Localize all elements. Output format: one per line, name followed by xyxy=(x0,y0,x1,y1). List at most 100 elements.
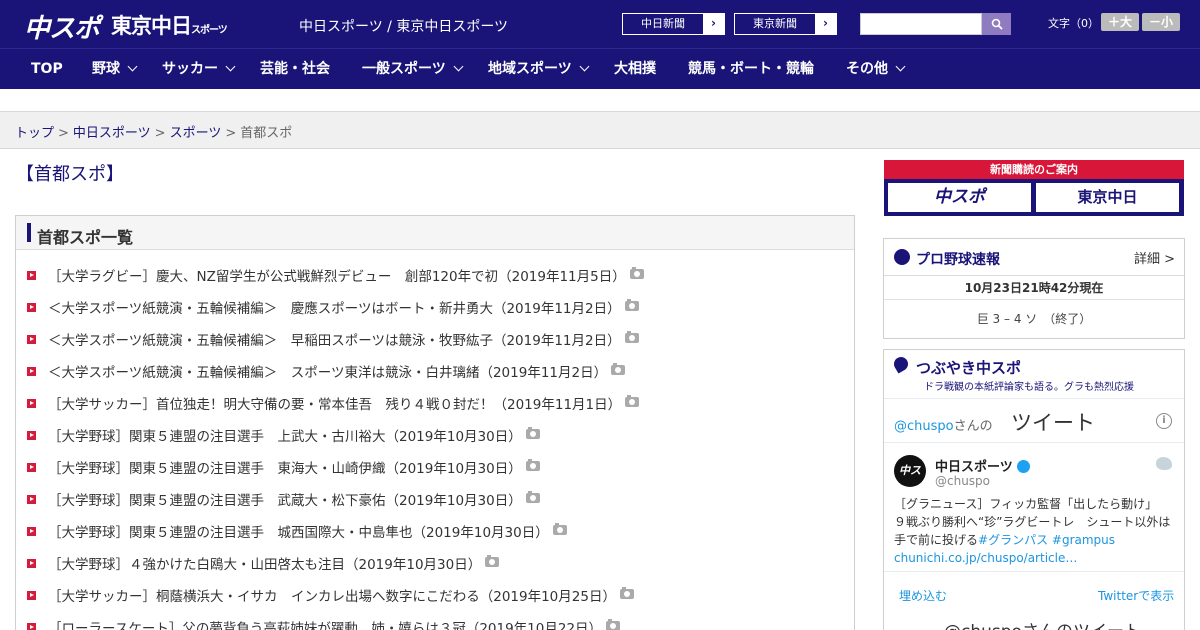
breadcrumb-sports[interactable]: スポーツ xyxy=(170,126,222,141)
chunichi-shimbun-label: 中日新聞 xyxy=(641,17,685,30)
search-input[interactable] xyxy=(860,13,982,35)
chevron-down-icon xyxy=(127,61,138,72)
list-item[interactable]: ［大学サッカー］桐蔭横浜大・イサカ インカレ出場へ数字にこだわる（2019年10… xyxy=(16,578,854,610)
nav-item-sumo[interactable]: 大相撲 xyxy=(614,49,656,90)
pro-baseball-details-link[interactable]: 詳細 > xyxy=(1134,248,1175,267)
bullet-arrow-icon xyxy=(27,591,36,600)
timeline-footer: 埋め込む Twitterで表示 xyxy=(884,571,1184,615)
nav-item-soccer[interactable]: サッカー xyxy=(162,49,236,90)
breadcrumb-current: 首都スポ xyxy=(240,126,293,141)
timeline-header: @chuspoさんの ツイート i xyxy=(884,399,1184,443)
list-item[interactable]: ［大学野球］関東５連盟の注目選手 上武大・古川裕大（2019年10月30日） xyxy=(16,418,854,450)
tweet-author-name: 中日スポーツ xyxy=(935,460,1013,475)
tokyo-logo-main: 東京中日 xyxy=(111,14,192,38)
bullet-arrow-icon xyxy=(27,527,36,536)
nav-item-general-sports[interactable]: 一般スポーツ xyxy=(362,49,464,90)
chevron-down-icon xyxy=(453,61,464,72)
camera-icon xyxy=(629,267,644,279)
nav-label: サッカー xyxy=(162,61,218,77)
nav-item-entertainment[interactable]: 芸能・社会 xyxy=(260,49,330,90)
article-link[interactable]: ［大学野球］関東５連盟の注目選手 上武大・古川裕大（2019年10月30日） xyxy=(48,429,522,445)
article-link[interactable]: ［大学野球］関東５連盟の注目選手 東海大・山崎伊織（2019年10月30日） xyxy=(48,461,522,477)
list-item[interactable]: ［大学野球］４強かけた白鴎大・山田啓太も注目（2019年10月30日） xyxy=(16,546,854,578)
subscribe-chuspo-button[interactable]: 中スポ xyxy=(888,183,1031,212)
list-item[interactable]: ［ローラースケート］父の夢背負う高萩姉妹が躍動 姉・嬉らは３冠（2019年10月… xyxy=(16,610,854,630)
chunichi-shimbun-button[interactable]: 中日新聞 › xyxy=(622,13,725,35)
camera-icon xyxy=(624,299,639,311)
chevron-right-icon: › xyxy=(703,14,724,34)
tweet-text: ［グラニュース］フィッカ監督「出したら動け」 ９戦ぶり勝利へ“珍”ラグビートレ … xyxy=(894,495,1176,567)
next-timeline-title: @chuspoさんのツイート xyxy=(944,617,1141,630)
list-item[interactable]: ［大学野球］関東５連盟の注目選手 東海大・山崎伊織（2019年10月30日） xyxy=(16,450,854,482)
site-links[interactable]: 中日スポーツ / 東京中日スポーツ xyxy=(299,16,508,36)
nav-item-baseball[interactable]: 野球 xyxy=(92,49,138,90)
hashtag-link[interactable]: #グランパス xyxy=(978,533,1048,547)
article-link[interactable]: ［ローラースケート］父の夢背負う高萩姉妹が躍動 姉・嬉らは３冠（2019年10月… xyxy=(48,621,602,630)
tokyo-shimbun-button[interactable]: 東京新聞 › xyxy=(734,13,837,35)
nav-label: 一般スポーツ xyxy=(362,61,446,77)
tokyo-chunichi-logo[interactable]: 東京中日スポーツ xyxy=(111,10,228,40)
list-item[interactable]: ＜大学スポーツ紙競演・五輪候補編＞ スポーツ東洋は競泳・白井璃緒（2019年11… xyxy=(16,354,854,386)
subscription-banner[interactable]: 新聞購読のご案内 中スポ 東京中日 xyxy=(884,160,1184,216)
chuspo-logo[interactable]: 中スポ xyxy=(24,8,100,45)
article-link[interactable]: ［大学ラグビー］慶大、NZ留学生が公式戦鮮烈デビュー 創部120年で初（2019… xyxy=(48,269,626,285)
list-item[interactable]: ［大学サッカー］首位独走！明大守備の要・常本佳吾 残り４戦０封だ！（2019年1… xyxy=(16,386,854,418)
camera-icon xyxy=(611,363,626,375)
embed-link[interactable]: 埋め込む xyxy=(899,587,947,604)
list-item[interactable]: ［大学野球］関東５連盟の注目選手 城西国際大・中島隼也（2019年10月30日） xyxy=(16,514,854,546)
breadcrumb-chunichi-sports[interactable]: 中日スポーツ xyxy=(73,126,151,141)
search-icon xyxy=(991,18,1003,30)
tweet-line-text: 手で前に投げる xyxy=(894,533,979,547)
verified-icon xyxy=(1016,460,1030,473)
article-link[interactable]: ［大学野球］関東５連盟の注目選手 城西国際大・中島隼也（2019年10月30日） xyxy=(48,525,549,541)
camera-icon xyxy=(485,555,500,567)
nav-item-racing[interactable]: 競馬・ボート・競輪 xyxy=(688,49,814,90)
game-score[interactable]: 巨 3 – 4 ソ （終了） xyxy=(884,300,1184,338)
article-list: ［大学ラグビー］慶大、NZ留学生が公式戦鮮烈デビュー 創部120年で初（2019… xyxy=(16,258,854,630)
nav-label: 地域スポーツ xyxy=(488,61,572,77)
list-item[interactable]: ＜大学スポーツ紙競演・五輪候補編＞ 慶應スポーツはボート・新井勇大（2019年1… xyxy=(16,290,854,322)
tweet-url[interactable]: chunichi.co.jp/chuspo/article… xyxy=(894,549,1176,567)
tweet-author[interactable]: 中日スポーツ xyxy=(935,456,1030,475)
list-header: 首都スポ一覧 xyxy=(16,216,854,250)
avatar[interactable]: 中スポ xyxy=(894,455,926,509)
subscription-banner-title: 新聞購読のご案内 xyxy=(884,160,1184,179)
article-link[interactable]: ＜大学スポーツ紙競演・五輪候補編＞ スポーツ東洋は競泳・白井璃緒（2019年11… xyxy=(48,365,607,381)
article-link[interactable]: ＜大学スポーツ紙競演・五輪候補編＞ 早稲田スポーツは競泳・牧野紘子（2019年1… xyxy=(48,333,621,349)
info-icon[interactable]: i xyxy=(1156,413,1172,429)
list-item[interactable]: ［大学ラグビー］慶大、NZ留学生が公式戦鮮烈デビュー 創部120年で初（2019… xyxy=(16,258,854,290)
hashtag-link[interactable]: #grampus xyxy=(1052,533,1115,547)
article-link[interactable]: ［大学サッカー］桐蔭横浜大・イサカ インカレ出場へ数字にこだわる（2019年10… xyxy=(48,589,616,605)
list-item[interactable]: ＜大学スポーツ紙競演・五輪候補編＞ 早稲田スポーツは競泳・牧野紘子（2019年1… xyxy=(16,322,854,354)
pro-baseball-widget: プロ野球速報 詳細 > 10月23日21時42分現在 巨 3 – 4 ソ （終了… xyxy=(883,238,1185,339)
tweet-username[interactable]: @chuspo xyxy=(935,474,990,488)
speech-icon xyxy=(891,354,911,374)
text-smaller-button[interactable]: －小 xyxy=(1142,13,1180,31)
subscribe-tokyo-chunichi-button[interactable]: 東京中日 xyxy=(1036,183,1179,212)
pro-baseball-title: プロ野球速報 xyxy=(916,252,1000,268)
timeline-handle[interactable]: @chuspoさんの xyxy=(894,415,993,434)
article-link[interactable]: ［大学野球］関東５連盟の注目選手 武蔵大・松下豪佑（2019年10月30日） xyxy=(48,493,522,509)
bullet-arrow-icon xyxy=(27,431,36,440)
search-button[interactable] xyxy=(982,13,1011,35)
article-link[interactable]: ［大学サッカー］首位独走！明大守備の要・常本佳吾 残り４戦０封だ！（2019年1… xyxy=(48,397,621,413)
nav-item-other[interactable]: その他 xyxy=(846,49,906,90)
camera-icon xyxy=(619,587,634,599)
twitter-bird-icon[interactable] xyxy=(1156,457,1172,470)
nav-label: TOP xyxy=(31,61,63,77)
nav-label: 野球 xyxy=(92,61,120,77)
breadcrumb-separator: > xyxy=(154,126,166,141)
text-larger-button[interactable]: ＋大 xyxy=(1101,13,1139,31)
handle-link[interactable]: @chuspo xyxy=(894,419,954,434)
breadcrumb: トップ > 中日スポーツ > スポーツ > 首都スポ xyxy=(15,122,292,141)
view-on-twitter-link[interactable]: Twitterで表示 xyxy=(1098,587,1174,604)
breadcrumb-top[interactable]: トップ xyxy=(15,126,54,141)
bullet-arrow-icon xyxy=(27,303,36,312)
nav-item-top[interactable]: TOP xyxy=(31,49,63,90)
article-link[interactable]: ＜大学スポーツ紙競演・五輪候補編＞ 慶應スポーツはボート・新井勇大（2019年1… xyxy=(48,301,621,317)
nav-item-regional-sports[interactable]: 地域スポーツ xyxy=(488,49,590,90)
list-item[interactable]: ［大学野球］関東５連盟の注目選手 武蔵大・松下豪佑（2019年10月30日） xyxy=(16,482,854,514)
article-link[interactable]: ［大学野球］４強かけた白鴎大・山田啓太も注目（2019年10月30日） xyxy=(48,557,481,573)
pro-baseball-header: プロ野球速報 詳細 > xyxy=(884,239,1184,276)
bullet-arrow-icon xyxy=(27,367,36,376)
